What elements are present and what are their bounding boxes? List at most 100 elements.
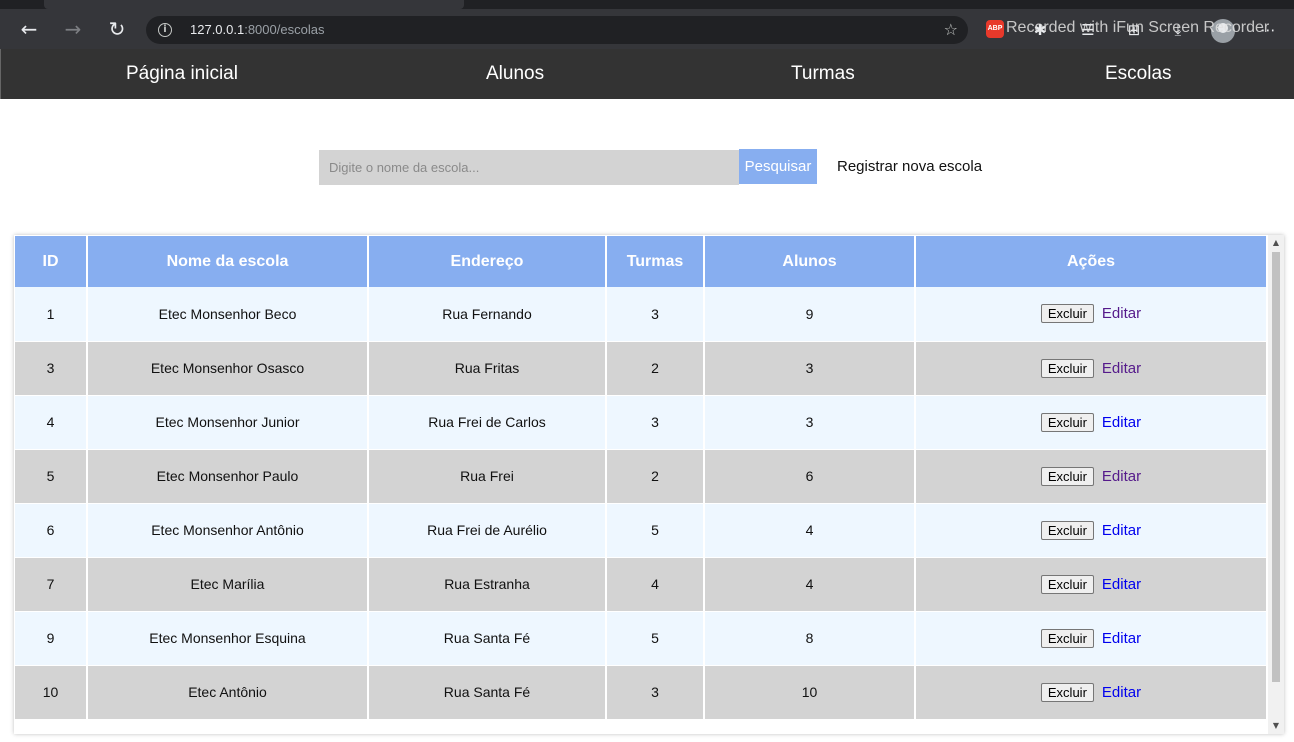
cell-nome: Etec Monsenhor Paulo [87, 448, 369, 504]
edit-link[interactable]: Editar [1102, 468, 1141, 485]
header-acoes: Ações [915, 236, 1266, 287]
scroll-up-icon[interactable]: ▲ [1268, 235, 1284, 251]
cell-acoes: Excluir Editar [915, 395, 1266, 449]
cell-id: 7 [15, 556, 88, 612]
table-row: 6 Etec Monsenhor Antônio Rua Frei de Aur… [15, 503, 1266, 557]
header-endereco: Endereço [368, 236, 607, 287]
cell-turmas: 2 [606, 340, 705, 396]
table-row: 4 Etec Monsenhor Junior Rua Frei de Carl… [15, 395, 1266, 449]
site-nav: Página inicial Alunos Turmas Escolas [0, 49, 1294, 99]
search-button[interactable]: Pesquisar [739, 149, 817, 184]
cell-endereco: Rua Frei [368, 448, 607, 504]
delete-button[interactable]: Excluir [1040, 574, 1094, 594]
cell-endereco: Rua Frei de Aurélio [368, 503, 607, 557]
edit-link[interactable]: Editar [1102, 522, 1141, 539]
cell-alunos: 4 [704, 503, 916, 557]
schools-table-container: ID Nome da escola Endereço Turmas Alunos… [14, 235, 1284, 734]
edit-link[interactable]: Editar [1102, 305, 1141, 322]
cell-endereco: Rua Frei de Carlos [368, 395, 607, 449]
cell-acoes: Excluir Editar [915, 448, 1266, 504]
cell-alunos: 3 [704, 340, 916, 396]
delete-button[interactable]: Excluir [1040, 628, 1094, 648]
cell-endereco: Rua Santa Fé [368, 611, 607, 665]
scrollbar-thumb[interactable] [1272, 252, 1280, 682]
cell-nome: Etec Monsenhor Osasco [87, 340, 369, 396]
table-scrollbar[interactable]: ▲ ▼ [1268, 235, 1284, 734]
cell-id: 3 [15, 340, 88, 396]
address-bar[interactable]: i 127.0.0.1:8000/escolas ☆ [146, 16, 968, 44]
cell-nome: Etec Marília [87, 556, 369, 612]
cell-nome: Etec Monsenhor Beco [87, 287, 369, 341]
cell-acoes: Excluir Editar [915, 611, 1266, 665]
cell-acoes: Excluir Editar [915, 503, 1266, 557]
reload-icon[interactable]: ↻ [103, 15, 131, 43]
cell-nome: Etec Monsenhor Antônio [87, 503, 369, 557]
table-row: 1 Etec Monsenhor Beco Rua Fernando 3 9 E… [15, 287, 1266, 341]
table-row: 9 Etec Monsenhor Esquina Rua Santa Fé 5 … [15, 611, 1266, 665]
cell-id: 1 [15, 287, 88, 341]
edit-link[interactable]: Editar [1102, 360, 1141, 377]
cell-endereco: Rua Estranha [368, 556, 607, 612]
cell-acoes: Excluir Editar [915, 340, 1266, 396]
scroll-down-icon[interactable]: ▼ [1268, 718, 1284, 734]
cell-acoes: Excluir Editar [915, 287, 1266, 341]
browser-toolbar: ← → ↻ i 127.0.0.1:8000/escolas ☆ ABP ✱ ☰… [0, 9, 1294, 49]
cell-alunos: 9 [704, 287, 916, 341]
cell-id: 9 [15, 611, 88, 665]
back-icon[interactable]: ← [15, 15, 43, 43]
table-row: 7 Etec Marília Rua Estranha 4 4 Excluir E… [15, 556, 1266, 612]
header-turmas: Turmas [606, 236, 705, 287]
cell-alunos: 10 [704, 664, 916, 720]
browser-tabstrip [0, 0, 1294, 9]
cell-turmas: 4 [606, 556, 705, 612]
table-header-row: ID Nome da escola Endereço Turmas Alunos… [15, 236, 1266, 287]
nav-link-alunos[interactable]: Alunos [486, 63, 544, 85]
delete-button[interactable]: Excluir [1040, 520, 1094, 540]
nav-link-escolas[interactable]: Escolas [1105, 63, 1172, 85]
header-id: ID [15, 236, 88, 287]
url-host: 127.0.0.1 [190, 22, 245, 37]
edit-link[interactable]: Editar [1102, 684, 1141, 701]
cell-turmas: 5 [606, 611, 705, 665]
edit-link[interactable]: Editar [1102, 576, 1141, 593]
address-url[interactable]: 127.0.0.1:8000/escolas [190, 22, 324, 37]
add-favorite-icon[interactable]: ☆ [944, 20, 958, 39]
schools-table: ID Nome da escola Endereço Turmas Alunos… [15, 236, 1266, 720]
delete-button[interactable]: Excluir [1040, 304, 1094, 324]
adblock-plus-icon[interactable]: ABP [986, 20, 1004, 38]
delete-button[interactable]: Excluir [1040, 412, 1094, 432]
cell-turmas: 3 [606, 395, 705, 449]
delete-button[interactable]: Excluir [1040, 682, 1094, 702]
cell-acoes: Excluir Editar [915, 556, 1266, 612]
cell-endereco: Rua Fritas [368, 340, 607, 396]
cell-nome: Etec Monsenhor Junior [87, 395, 369, 449]
recorder-watermark: Recorded with iFun Screen Recorder [1006, 19, 1270, 36]
site-info-icon[interactable]: i [158, 23, 172, 37]
browser-active-tab[interactable] [44, 0, 464, 9]
table-row: 10 Etec Antônio Rua Santa Fé 3 10 Exclui… [15, 664, 1266, 720]
nav-link-home[interactable]: Página inicial [126, 63, 238, 85]
delete-button[interactable]: Excluir [1040, 466, 1094, 486]
edit-link[interactable]: Editar [1102, 630, 1141, 647]
cell-turmas: 2 [606, 448, 705, 504]
delete-button[interactable]: Excluir [1040, 358, 1094, 378]
cell-nome: Etec Monsenhor Esquina [87, 611, 369, 665]
school-search-input[interactable] [319, 150, 739, 185]
nav-link-turmas[interactable]: Turmas [791, 63, 855, 85]
cell-nome: Etec Antônio [87, 664, 369, 720]
cell-endereco: Rua Santa Fé [368, 664, 607, 720]
cell-alunos: 6 [704, 448, 916, 504]
register-school-link[interactable]: Registrar nova escola [837, 158, 982, 175]
cell-endereco: Rua Fernando [368, 287, 607, 341]
table-row: 5 Etec Monsenhor Paulo Rua Frei 2 6 Excl… [15, 448, 1266, 504]
header-nome: Nome da escola [87, 236, 369, 287]
cell-turmas: 3 [606, 664, 705, 720]
forward-icon[interactable]: → [59, 15, 87, 43]
cell-id: 6 [15, 503, 88, 557]
cell-turmas: 3 [606, 287, 705, 341]
cell-alunos: 3 [704, 395, 916, 449]
cell-turmas: 5 [606, 503, 705, 557]
edit-link[interactable]: Editar [1102, 414, 1141, 431]
cell-alunos: 8 [704, 611, 916, 665]
header-alunos: Alunos [704, 236, 916, 287]
